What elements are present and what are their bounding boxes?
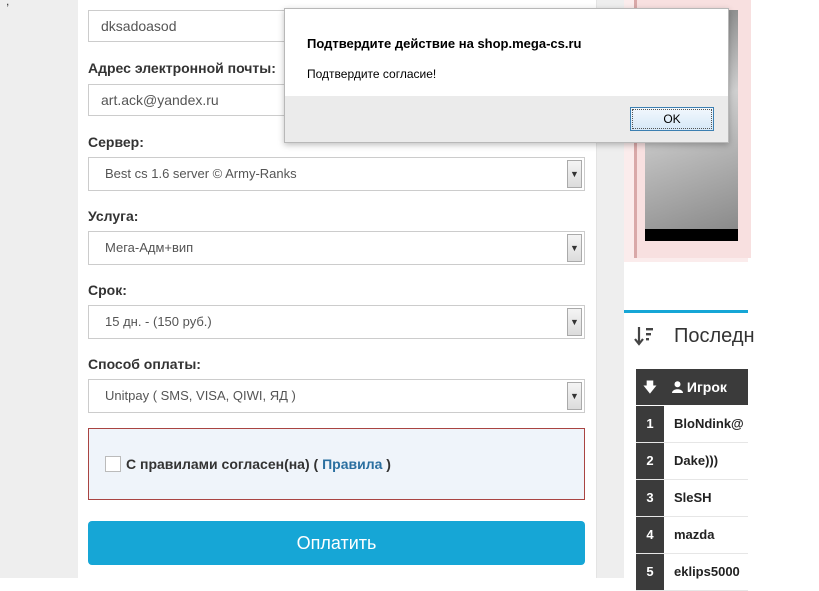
rules-agreement-close: ) bbox=[386, 456, 391, 472]
dialog-title: Подтвердите действие на shop.mega-cs.ru bbox=[307, 36, 582, 51]
ok-button[interactable]: OK bbox=[630, 107, 714, 131]
row-player-name[interactable]: eklips5000 bbox=[674, 554, 740, 590]
row-rank: 4 bbox=[636, 517, 664, 553]
payment-select-value: Unitpay ( SMS, VISA, QIWI, ЯД ) bbox=[105, 388, 296, 403]
row-rank: 5 bbox=[636, 554, 664, 590]
sort-desc-icon bbox=[634, 325, 654, 352]
email-field-value: art.ack@yandex.ru bbox=[101, 92, 219, 108]
dialog-footer: OK bbox=[285, 96, 728, 142]
row-player-name[interactable]: BloNdink@ bbox=[674, 406, 744, 442]
table-row[interactable]: 5 eklips5000 bbox=[636, 554, 748, 591]
pay-button[interactable]: Оплатить bbox=[88, 521, 585, 565]
table-header: 🡇 Игрок bbox=[636, 369, 748, 405]
payment-select[interactable]: Unitpay ( SMS, VISA, QIWI, ЯД ) ▼ bbox=[88, 379, 585, 413]
rules-agreement-box: С правилами согласен(на) ( Правила ) bbox=[88, 428, 585, 500]
page-background-right bbox=[748, 0, 819, 578]
chevron-down-icon[interactable]: ▼ bbox=[567, 382, 582, 410]
term-label: Срок: bbox=[88, 282, 127, 298]
term-select[interactable]: 15 дн. - (150 руб.) ▼ bbox=[88, 305, 585, 339]
confirm-dialog: Подтвердите действие на shop.mega-cs.ru … bbox=[284, 8, 729, 143]
rules-agreement-text: С правилами согласен(на) ( Правила ) bbox=[126, 456, 391, 472]
rules-checkbox[interactable] bbox=[105, 456, 121, 472]
ok-button-focus-ring bbox=[632, 109, 712, 129]
row-rank: 2 bbox=[636, 443, 664, 479]
user-icon bbox=[672, 379, 687, 395]
table-row[interactable]: 2 Dake))) bbox=[636, 443, 748, 480]
page-background-left bbox=[0, 0, 78, 578]
rules-link[interactable]: Правила bbox=[322, 456, 382, 472]
server-select-value: Best cs 1.6 server © Army-Ranks bbox=[105, 166, 297, 181]
server-select[interactable]: Best cs 1.6 server © Army-Ranks ▼ bbox=[88, 157, 585, 191]
row-rank: 1 bbox=[636, 406, 664, 442]
payment-label: Способ оплаты: bbox=[88, 356, 201, 372]
row-player-name[interactable]: Dake))) bbox=[674, 443, 718, 479]
service-select[interactable]: Мега-Адм+вип ▼ bbox=[88, 231, 585, 265]
last-players-title: Последн bbox=[674, 325, 755, 347]
chevron-down-icon[interactable]: ▼ bbox=[567, 234, 582, 262]
term-select-value: 15 дн. - (150 руб.) bbox=[105, 314, 212, 329]
server-label: Сервер: bbox=[88, 134, 144, 150]
row-rank: 3 bbox=[636, 480, 664, 516]
arrow-down-icon[interactable]: 🡇 bbox=[636, 369, 664, 405]
row-player-name[interactable]: mazda bbox=[674, 517, 714, 553]
service-select-value: Мега-Адм+вип bbox=[105, 240, 194, 255]
row-player-name[interactable]: SleSH bbox=[674, 480, 712, 516]
chevron-down-icon[interactable]: ▼ bbox=[567, 308, 582, 336]
top-fragment: , bbox=[6, 0, 10, 8]
table-row[interactable]: 1 BloNdink@ bbox=[636, 406, 748, 443]
service-label: Услуга: bbox=[88, 208, 139, 224]
dialog-message: Подтвердите согласие! bbox=[307, 67, 437, 81]
rules-agreement-label: С правилами согласен(на) ( bbox=[126, 456, 319, 472]
column-player-label: Игрок bbox=[686, 379, 727, 395]
email-label: Адрес электронной почты: bbox=[88, 60, 276, 76]
table-row[interactable]: 3 SleSH bbox=[636, 480, 748, 517]
column-player[interactable]: Игрок bbox=[672, 369, 727, 405]
name-field-value: dksadoasod bbox=[101, 18, 177, 34]
last-players-panel: Последн 🡇 Игрок 1 BloNdink@ 2 Dake))) 3 … bbox=[624, 310, 755, 591]
table-row[interactable]: 4 mazda bbox=[636, 517, 748, 554]
banner-strip bbox=[645, 229, 738, 241]
chevron-down-icon[interactable]: ▼ bbox=[567, 160, 582, 188]
